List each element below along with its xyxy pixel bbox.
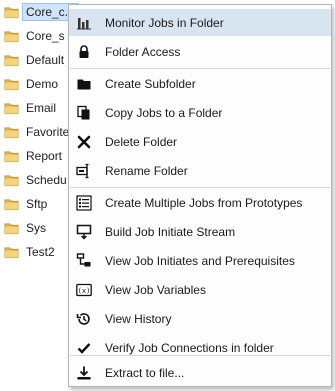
menu-item-label: Extract to file...: [105, 365, 185, 380]
tree-item-email[interactable]: Email: [4, 98, 60, 118]
menu-item-view-history[interactable]: View History: [69, 305, 331, 332]
menu-item-delete-folder[interactable]: Delete Folder: [69, 128, 331, 155]
folder-icon: [4, 246, 19, 258]
folder-icon: [4, 174, 19, 186]
tree-item-label: Demo: [26, 77, 59, 91]
x-icon: [77, 135, 91, 148]
history-icon: [76, 312, 90, 325]
menu-item-monitor-jobs[interactable]: Monitor Jobs in Folder: [69, 9, 331, 36]
tree-item-sftp[interactable]: Sftp: [4, 194, 51, 214]
folder-icon: [4, 126, 19, 138]
menu-item-folder-access[interactable]: Folder Access: [69, 38, 331, 65]
folder-icon: [4, 222, 19, 234]
tree-item-label: Default: [26, 53, 65, 67]
menu-item-rename-folder[interactable]: Rename Folder: [69, 157, 331, 184]
menu-item-label: Folder Access: [105, 44, 181, 59]
list-icon: [76, 194, 92, 211]
menu-item-label: Rename Folder: [105, 163, 188, 178]
variable-icon: (x): [76, 283, 92, 296]
menu-separator: [70, 68, 330, 69]
folder-icon: [4, 102, 19, 114]
menu-item-label: View History: [105, 311, 172, 326]
rename-icon: [76, 163, 89, 178]
menu-item-copy-jobs[interactable]: Copy Jobs to a Folder: [69, 99, 331, 126]
bar-chart-icon: [77, 17, 91, 29]
menu-item-build-initiate-stream[interactable]: Build Job Initiate Stream: [69, 218, 331, 245]
tree-item-label: Report: [26, 149, 63, 163]
tree-item-schedu[interactable]: Schedu: [4, 170, 71, 190]
menu-item-view-initiates[interactable]: View Job Initiates and Prerequisites: [69, 247, 331, 274]
svg-text:(x): (x): [78, 287, 91, 295]
folder-icon: [4, 54, 19, 66]
menu-item-verify-connections[interactable]: Verify Job Connections in folder: [69, 334, 331, 361]
hierarchy-icon: [76, 252, 91, 266]
check-icon: [77, 342, 91, 354]
menu-item-label: View Job Initiates and Prerequisites: [105, 253, 295, 268]
folder-icon: [4, 198, 19, 210]
copy-icon: [77, 105, 90, 119]
menu-item-extract-to-file[interactable]: Extract to file...: [69, 359, 331, 386]
menu-item-label: Build Job Initiate Stream: [105, 224, 236, 239]
tree-item-demo[interactable]: Demo: [4, 74, 62, 94]
menu-item-label: View Job Variables: [105, 282, 206, 297]
menu-item-label: Create Multiple Jobs from Prototypes: [105, 195, 303, 210]
tree-item-test2[interactable]: Test2: [4, 242, 59, 262]
lock-icon: [79, 44, 89, 58]
tree-item-label: Favorite: [26, 125, 70, 139]
folder-icon: [77, 79, 91, 89]
menu-separator: [70, 187, 330, 188]
menu-item-label: Copy Jobs to a Folder: [105, 105, 223, 120]
menu-item-create-multiple-jobs[interactable]: Create Multiple Jobs from Prototypes: [69, 189, 331, 216]
tree-item-sys[interactable]: Sys: [4, 218, 50, 238]
tree-item-label: Email: [26, 101, 57, 115]
context-menu: Monitor Jobs in Folder Folder Access Cre…: [68, 4, 332, 387]
tree-item-report[interactable]: Report: [4, 146, 66, 166]
folder-icon: [4, 30, 19, 42]
tree-item-label: Core_s: [26, 29, 65, 43]
download-icon: [77, 366, 91, 379]
menu-separator: [70, 355, 330, 356]
menu-item-label: Monitor Jobs in Folder: [105, 15, 224, 30]
tree-item-default[interactable]: Default: [4, 50, 68, 70]
tree-item-label: Sftp: [26, 197, 48, 211]
menu-item-label: Create Subfolder: [105, 76, 196, 91]
tree-item-label: Schedu: [26, 173, 67, 187]
tree-item-favorite[interactable]: Favorite: [4, 122, 73, 142]
tree-item-core-s[interactable]: Core_s: [4, 26, 69, 46]
folder-icon: [4, 150, 19, 162]
tree-item-label: Test2: [26, 245, 55, 259]
menu-item-view-variables[interactable]: (x) View Job Variables: [69, 276, 331, 303]
folder-icon: [4, 78, 19, 90]
stream-icon: [76, 224, 92, 240]
folder-icon: [4, 6, 19, 18]
menu-item-label: Verify Job Connections in folder: [105, 340, 274, 355]
menu-item-create-subfolder[interactable]: Create Subfolder: [69, 70, 331, 97]
menu-item-label: Delete Folder: [105, 134, 178, 149]
tree-item-label: Sys: [26, 221, 47, 235]
